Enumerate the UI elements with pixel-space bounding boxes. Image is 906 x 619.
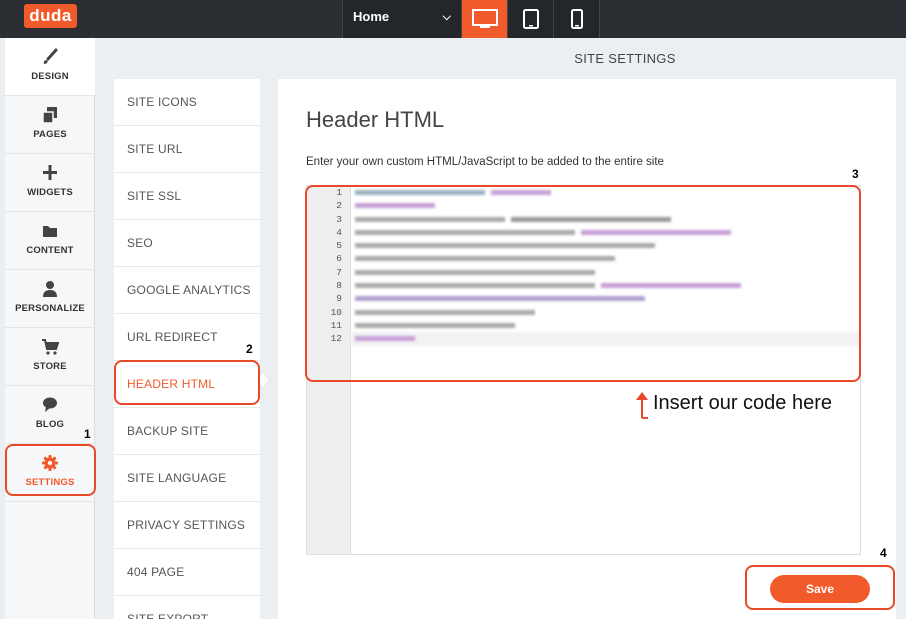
mobile-icon bbox=[570, 9, 583, 29]
annotation-box-save bbox=[745, 565, 895, 610]
settings-item-site-icons[interactable]: SITE ICONS bbox=[114, 79, 260, 126]
annotation-number-3: 3 bbox=[852, 167, 859, 181]
page-select-value: Home bbox=[353, 9, 390, 24]
mobile-view-button[interactable] bbox=[554, 0, 600, 38]
plus-icon bbox=[43, 165, 57, 180]
settings-item-seo[interactable]: SEO bbox=[114, 220, 260, 267]
page-select-dropdown[interactable]: Home ⌵ bbox=[342, 0, 462, 38]
settings-item-404-page[interactable]: 404 PAGE bbox=[114, 549, 260, 596]
annotation-number-2: 2 bbox=[246, 342, 253, 356]
settings-item-google-analytics[interactable]: GOOGLE ANALYTICS bbox=[114, 267, 260, 314]
site-settings-title: SITE SETTINGS bbox=[574, 51, 676, 66]
settings-item-privacy-settings[interactable]: PRIVACY SETTINGS bbox=[114, 502, 260, 549]
nav-label: CONTENT bbox=[26, 245, 74, 256]
nav-item-pages[interactable]: PAGES bbox=[5, 96, 95, 154]
folder-icon bbox=[43, 226, 57, 237]
settings-item-site-url[interactable]: SITE URL bbox=[114, 126, 260, 173]
brush-icon bbox=[43, 48, 58, 64]
tablet-view-button[interactable] bbox=[508, 0, 554, 38]
chevron-down-icon: ⌵ bbox=[442, 11, 451, 23]
person-icon bbox=[43, 281, 57, 297]
desktop-view-button[interactable] bbox=[462, 0, 508, 38]
top-bar: duda Home ⌵ bbox=[0, 0, 906, 38]
nav-label: BLOG bbox=[35, 419, 65, 430]
chat-bubble-icon bbox=[43, 397, 57, 412]
annotation-box-header-html bbox=[114, 360, 260, 405]
annotation-box-code-editor bbox=[305, 185, 861, 382]
nav-item-design[interactable]: DESIGN bbox=[5, 38, 95, 96]
nav-item-store[interactable]: STORE bbox=[5, 328, 95, 386]
nav-label: WIDGETS bbox=[27, 187, 73, 198]
nav-item-blog[interactable]: BLOG bbox=[5, 386, 95, 444]
settings-menu: SITE ICONS SITE URL SITE SSL SEO GOOGLE … bbox=[114, 79, 260, 619]
nav-label: DESIGN bbox=[31, 71, 69, 82]
nav-item-personalize[interactable]: PERSONALIZE bbox=[5, 270, 95, 328]
nav-item-content[interactable]: CONTENT bbox=[5, 212, 95, 270]
nav-item-widgets[interactable]: WIDGETS bbox=[5, 154, 95, 212]
cart-icon bbox=[42, 339, 59, 355]
duda-logo[interactable]: duda bbox=[24, 4, 77, 28]
panel-title: Header HTML bbox=[306, 107, 445, 132]
settings-item-backup-site[interactable]: BACKUP SITE bbox=[114, 408, 260, 455]
nav-label: PERSONALIZE bbox=[15, 303, 85, 314]
settings-item-url-redirect[interactable]: URL REDIRECT bbox=[114, 314, 260, 361]
settings-item-site-language[interactable]: SITE LANGUAGE bbox=[114, 455, 260, 502]
left-navigation: DESIGN PAGES WIDGETS CONTENT PERSONALIZE… bbox=[5, 38, 95, 619]
settings-item-site-ssl[interactable]: SITE SSL bbox=[114, 173, 260, 220]
tablet-icon bbox=[522, 9, 539, 29]
insert-code-note: Insert our code here bbox=[653, 392, 832, 414]
nav-label: STORE bbox=[33, 361, 67, 372]
annotation-box-settings bbox=[5, 444, 96, 496]
settings-item-site-export[interactable]: SITE EXPORT bbox=[114, 596, 260, 619]
panel-description: Enter your own custom HTML/JavaScript to… bbox=[306, 156, 664, 168]
annotation-number-1: 1 bbox=[84, 427, 91, 441]
annotation-number-4: 4 bbox=[880, 546, 887, 560]
desktop-icon bbox=[471, 9, 498, 28]
nav-label: PAGES bbox=[33, 129, 67, 140]
pages-icon bbox=[42, 107, 57, 124]
